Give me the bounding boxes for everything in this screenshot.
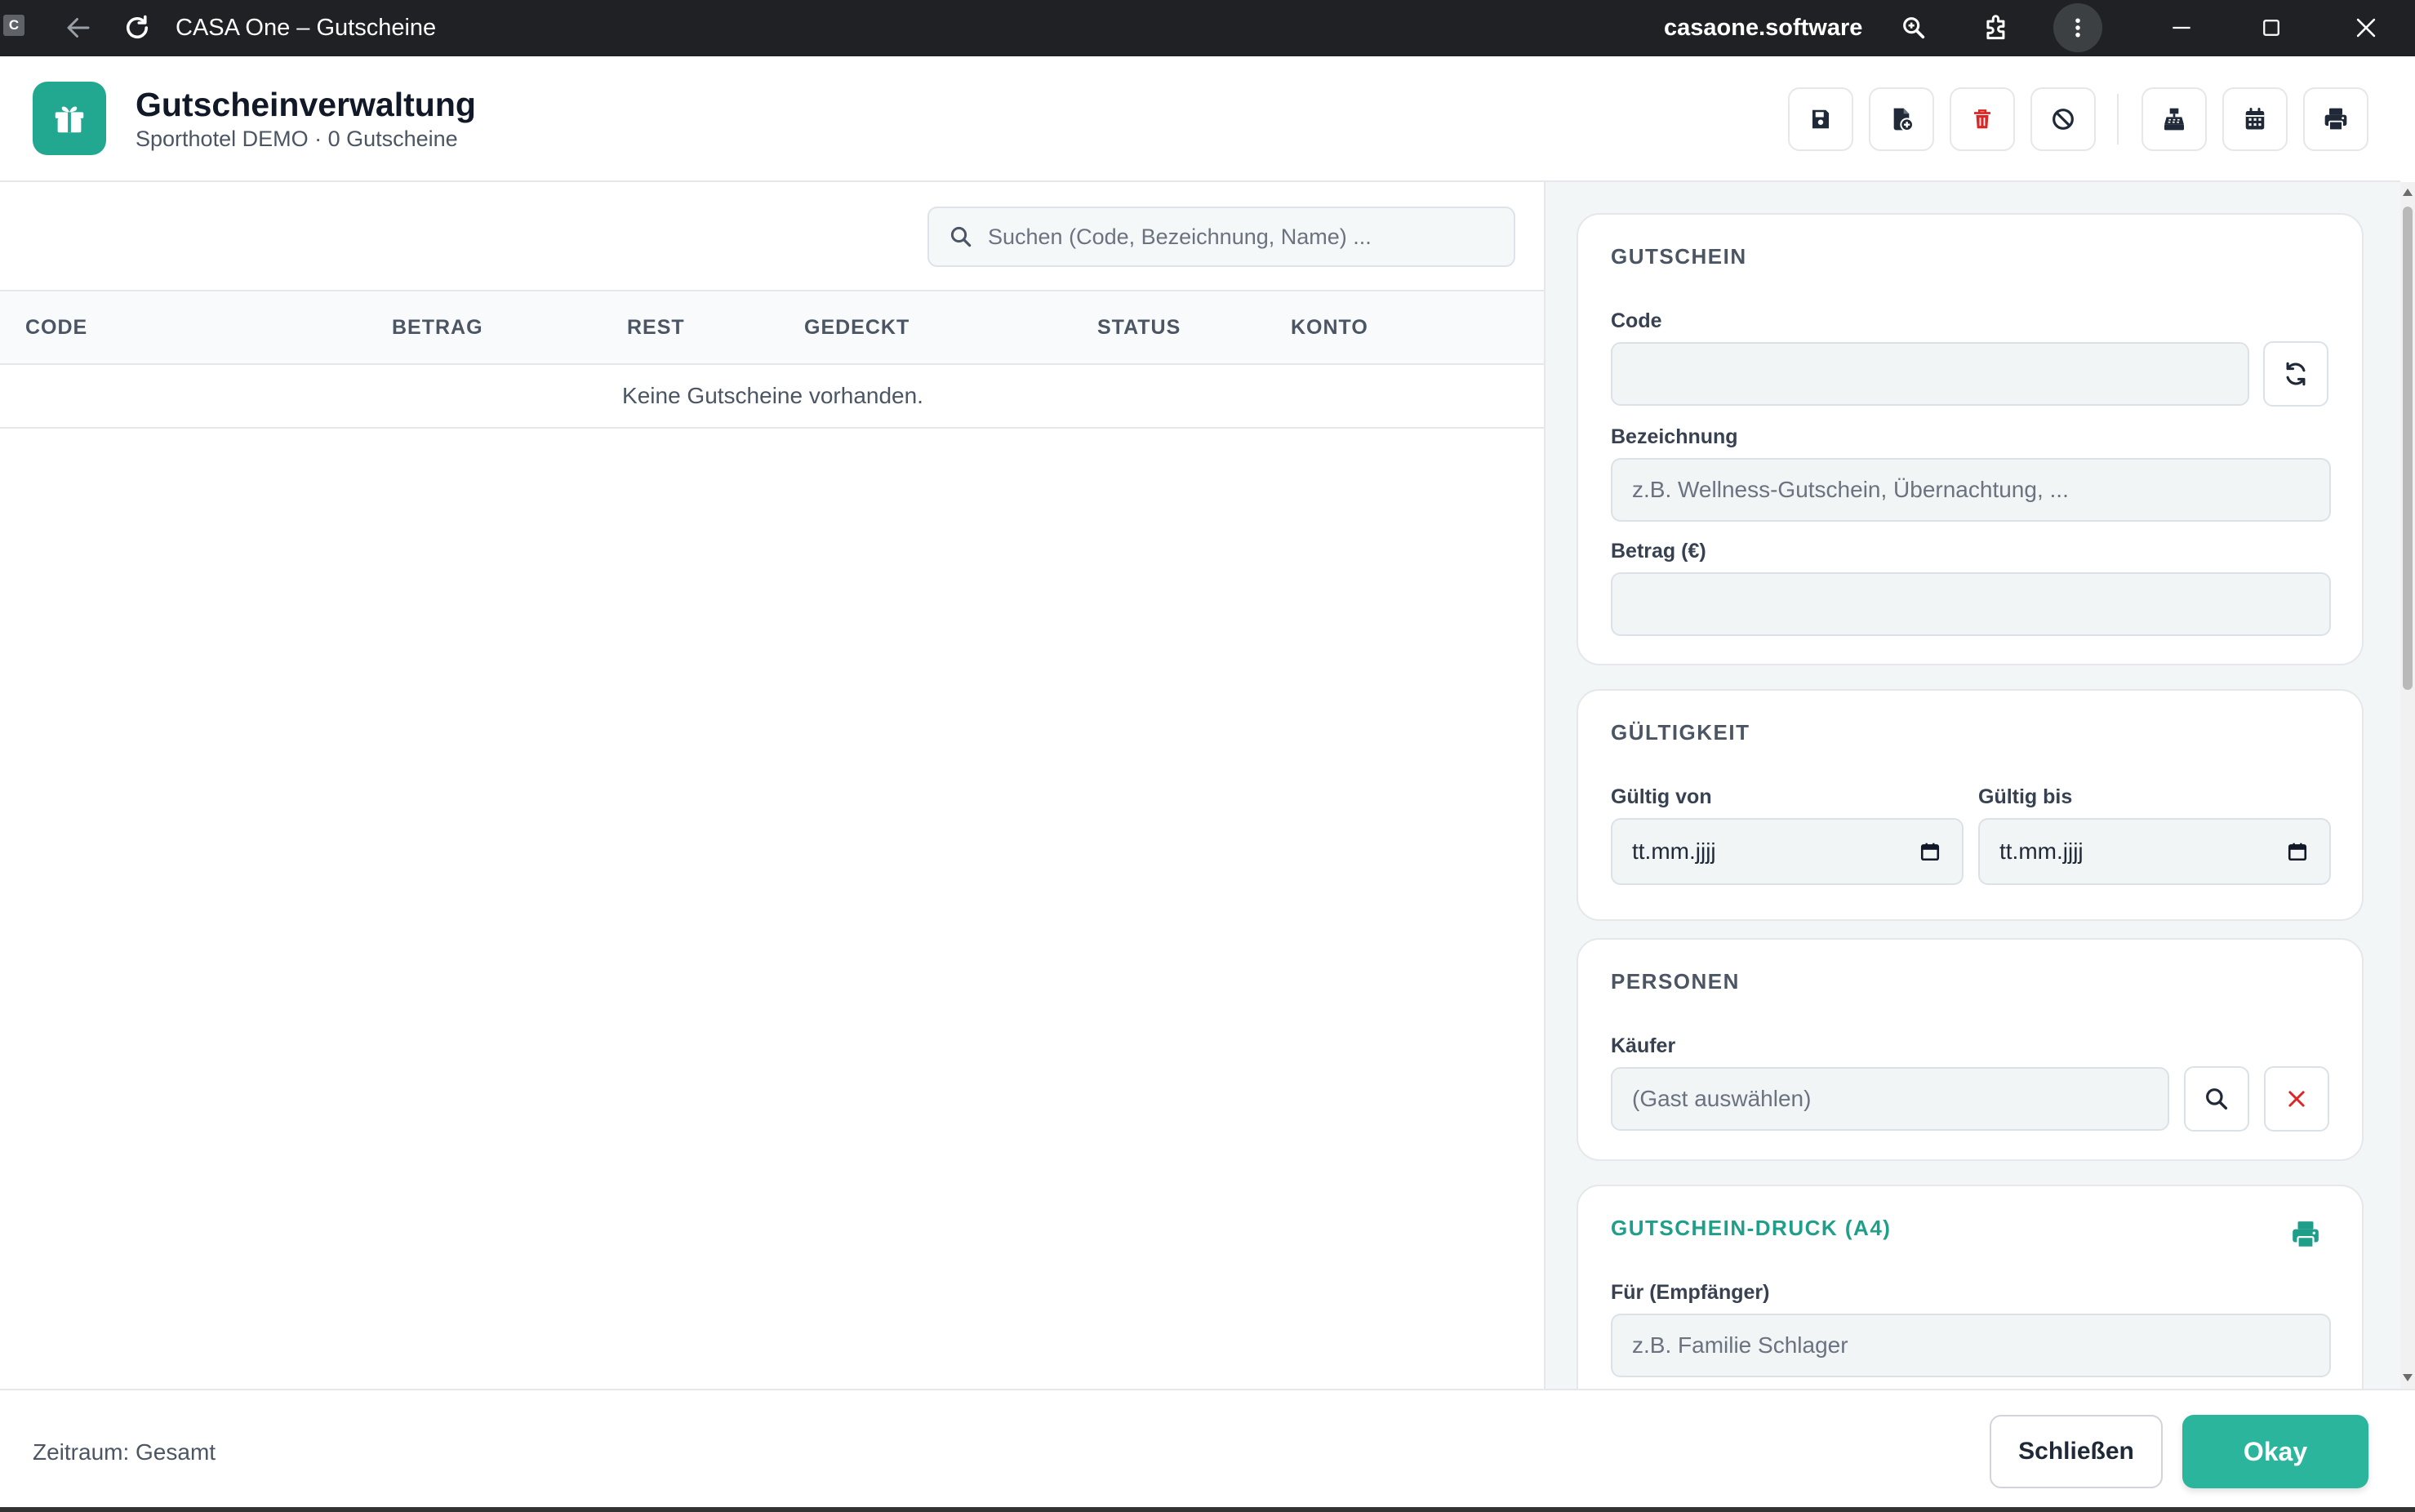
kaeufer-input[interactable] — [1632, 1086, 2168, 1112]
favicon: C — [3, 15, 24, 36]
tab-title: CASA One – Gutscheine — [176, 15, 437, 41]
refresh-icon — [2282, 360, 2310, 388]
toolbar-separator — [2117, 94, 2119, 145]
trash-icon — [1970, 107, 1995, 131]
guest-search-button[interactable] — [2184, 1066, 2249, 1132]
code-input[interactable] — [1632, 361, 2248, 387]
bezeichnung-field[interactable] — [1611, 458, 2331, 522]
kaeufer-label: Käufer — [1611, 1034, 1676, 1057]
column-header-code[interactable]: CODE — [25, 291, 87, 363]
voucher-form-pane: GUTSCHEIN Code Bezeichnung Betrag (€) GÜ… — [1546, 182, 2400, 1389]
zoom-icon[interactable] — [1896, 10, 1932, 46]
card-gutschein-druck: GUTSCHEIN-DRUCK (A4) Für (Empfänger) — [1577, 1185, 2364, 1389]
back-arrow-icon[interactable] — [60, 10, 96, 46]
calendar-icon — [2243, 107, 2267, 131]
more-vert-icon[interactable] — [2053, 3, 2102, 52]
search-icon — [2204, 1086, 2230, 1112]
empty-table-message: Keine Gutscheine vorhanden. — [0, 365, 1546, 429]
section-title-gueltigkeit: GÜLTIGKEIT — [1611, 720, 1750, 745]
browser-title-bar: C CASA One – Gutscheine casaone.software — [0, 0, 2415, 56]
gueltig-von-field[interactable]: tt.mm.jjjj — [1611, 818, 1964, 885]
close-icon[interactable] — [2348, 10, 2384, 46]
okay-button[interactable]: Okay — [2182, 1415, 2368, 1488]
card-gutschein: GUTSCHEIN Code Bezeichnung Betrag (€) — [1577, 213, 2364, 665]
save-icon — [1808, 107, 1833, 131]
page-title: Gutscheinverwaltung — [136, 86, 476, 123]
zeitraum-label: Zeitraum: Gesamt — [33, 1439, 216, 1465]
print-voucher-icon[interactable] — [2290, 1219, 2321, 1250]
card-personen: PERSONEN Käufer — [1577, 938, 2364, 1161]
ban-icon — [2050, 106, 2076, 132]
scroll-down-arrow[interactable] — [2403, 1374, 2413, 1381]
close-button[interactable]: Schließen — [1990, 1415, 2163, 1488]
bezeichnung-input[interactable] — [1632, 477, 2329, 503]
empfaenger-label: Für (Empfänger) — [1611, 1281, 1770, 1304]
column-header-betrag[interactable]: BETRAG — [392, 291, 483, 363]
empfaenger-field[interactable] — [1611, 1314, 2331, 1377]
domain-label: casaone.software — [1664, 15, 1863, 41]
gueltig-bis-label: Gültig bis — [1978, 785, 2073, 808]
bezeichnung-label: Bezeichnung — [1611, 425, 1738, 448]
form-scrollbar[interactable] — [2400, 182, 2415, 1389]
window-bottom-edge — [0, 1507, 2415, 1512]
calendar-picker-icon[interactable] — [1919, 841, 1941, 862]
column-header-gedeckt[interactable]: GEDECKT — [804, 291, 910, 363]
calendar-button[interactable] — [2222, 87, 2288, 151]
maximize-icon[interactable] — [2253, 10, 2289, 46]
footer-bar: Zeitraum: Gesamt Schließen Okay — [0, 1389, 2415, 1512]
search-box[interactable] — [927, 207, 1515, 267]
app-header: Gutscheinverwaltung Sporthotel DEMO · 0 … — [0, 56, 2400, 182]
section-title-personen: PERSONEN — [1611, 969, 1740, 994]
table-header: CODE BETRAG REST GEDECKT STATUS KONTO — [0, 290, 1546, 365]
section-title-druck: GUTSCHEIN-DRUCK (A4) — [1611, 1216, 1892, 1240]
cash-register-icon — [2161, 106, 2187, 132]
close-icon — [2284, 1087, 2309, 1111]
reload-icon[interactable] — [119, 10, 155, 46]
scroll-up-arrow[interactable] — [2403, 189, 2413, 196]
betrag-label: Betrag (€) — [1611, 540, 1706, 563]
clear-guest-button[interactable] — [2264, 1066, 2329, 1132]
save-button[interactable] — [1788, 87, 1853, 151]
generate-code-button[interactable] — [2263, 341, 2328, 407]
scrollbar-thumb[interactable] — [2403, 207, 2413, 690]
voucher-list-pane: CODE BETRAG REST GEDECKT STATUS KONTO Ke… — [0, 182, 1546, 1389]
calendar-picker-icon[interactable] — [2287, 841, 2308, 862]
new-document-icon — [1888, 106, 1915, 132]
search-icon — [949, 225, 973, 249]
column-header-status[interactable]: STATUS — [1097, 291, 1181, 363]
betrag-field[interactable] — [1611, 572, 2331, 636]
column-header-rest[interactable]: REST — [627, 291, 685, 363]
code-label: Code — [1611, 309, 1662, 332]
cancel-button[interactable] — [2030, 87, 2096, 151]
favicon-letter: C — [8, 17, 20, 33]
gueltig-von-label: Gültig von — [1611, 785, 1712, 808]
search-input[interactable] — [988, 224, 1478, 250]
cash-register-button[interactable] — [2141, 87, 2207, 151]
card-gueltigkeit: GÜLTIGKEIT Gültig von tt.mm.jjjj Gültig … — [1577, 689, 2364, 921]
kaeufer-field[interactable] — [1611, 1067, 2169, 1131]
printer-icon — [2323, 106, 2349, 132]
extensions-icon[interactable] — [1977, 8, 2017, 47]
column-header-konto[interactable]: KONTO — [1291, 291, 1368, 363]
page-subtitle: Sporthotel DEMO · 0 Gutscheine — [136, 127, 458, 151]
gueltig-von-value: tt.mm.jjjj — [1632, 838, 1716, 864]
minimize-icon[interactable] — [2164, 10, 2199, 46]
code-field[interactable] — [1611, 342, 2249, 406]
print-button[interactable] — [2303, 87, 2368, 151]
gueltig-bis-field[interactable]: tt.mm.jjjj — [1978, 818, 2331, 885]
delete-button[interactable] — [1950, 87, 2015, 151]
section-title-gutschein: GUTSCHEIN — [1611, 244, 1747, 269]
empfaenger-input[interactable] — [1632, 1332, 2329, 1359]
gueltig-bis-value: tt.mm.jjjj — [1999, 838, 2084, 864]
gift-icon — [33, 82, 106, 155]
betrag-input[interactable] — [1632, 591, 2329, 617]
new-document-button[interactable] — [1869, 87, 1934, 151]
